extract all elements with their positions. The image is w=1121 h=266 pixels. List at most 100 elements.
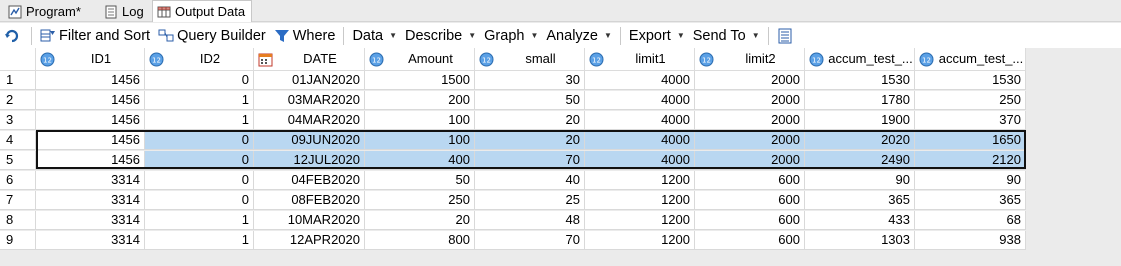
table-cell[interactable]: 250 (915, 91, 1026, 110)
table-cell[interactable]: 09JUN2020 (254, 131, 365, 150)
table-cell[interactable]: 3314 (36, 211, 145, 230)
table-cell[interactable]: 1780 (805, 91, 915, 110)
table-cell[interactable]: 2120 (915, 151, 1026, 170)
table-cell[interactable]: 800 (365, 231, 475, 250)
table-cell[interactable]: 1200 (585, 211, 695, 230)
table-cell[interactable]: 70 (475, 231, 585, 250)
table-cell[interactable]: 2020 (805, 131, 915, 150)
table-cell[interactable]: 70 (475, 151, 585, 170)
table-cell[interactable]: 0 (145, 151, 254, 170)
table-cell[interactable]: 250 (365, 191, 475, 210)
table-cell[interactable]: 433 (805, 211, 915, 230)
table-cell[interactable]: 600 (695, 191, 805, 210)
table-cell[interactable]: 1456 (36, 71, 145, 90)
column-header-accum-test-2[interactable]: 12 accum_test_... (915, 48, 1026, 71)
describe-menu[interactable]: Describe ▼ (401, 23, 480, 48)
graph-menu[interactable]: Graph ▼ (480, 23, 542, 48)
table-cell[interactable]: 1900 (805, 111, 915, 130)
table-cell[interactable]: 1456 (36, 151, 145, 170)
table-cell[interactable]: 1 (145, 111, 254, 130)
table-cell[interactable]: 90 (805, 171, 915, 190)
row-number[interactable]: 4 (0, 131, 36, 150)
row-number[interactable]: 6 (0, 171, 36, 190)
table-cell[interactable]: 0 (145, 131, 254, 150)
column-header-id1[interactable]: 12 ID1 (36, 48, 145, 71)
table-cell[interactable]: 4000 (585, 91, 695, 110)
filter-sort-button[interactable]: Filter and Sort (36, 23, 154, 48)
export-menu[interactable]: Export ▼ (625, 23, 689, 48)
table-cell[interactable]: 2000 (695, 131, 805, 150)
table-cell[interactable]: 1500 (365, 71, 475, 90)
column-header-accum-test-1[interactable]: 12 accum_test_... (805, 48, 915, 71)
table-cell[interactable]: 01JAN2020 (254, 71, 365, 90)
table-cell[interactable]: 365 (805, 191, 915, 210)
table-cell[interactable]: 1456 (36, 131, 145, 150)
table-cell[interactable]: 04MAR2020 (254, 111, 365, 130)
table-cell[interactable]: 1650 (915, 131, 1026, 150)
table-cell[interactable]: 2000 (695, 91, 805, 110)
table-cell[interactable]: 3314 (36, 231, 145, 250)
table-cell[interactable]: 938 (915, 231, 1026, 250)
table-cell[interactable]: 100 (365, 131, 475, 150)
table-cell[interactable]: 1 (145, 91, 254, 110)
where-button[interactable]: Where (270, 23, 340, 48)
row-number[interactable]: 8 (0, 211, 36, 230)
table-cell[interactable]: 100 (365, 111, 475, 130)
table-cell[interactable]: 400 (365, 151, 475, 170)
table-row[interactable]: 3 1456 1 04MAR2020 100 20 4000 2000 1900 370 (0, 111, 1026, 130)
table-cell[interactable]: 600 (695, 171, 805, 190)
column-header-amount[interactable]: 12 Amount (365, 48, 475, 71)
table-cell[interactable]: 1200 (585, 231, 695, 250)
table-cell[interactable]: 90 (915, 171, 1026, 190)
table-cell[interactable]: 1530 (805, 71, 915, 90)
table-cell[interactable]: 2490 (805, 151, 915, 170)
table-cell[interactable]: 20 (365, 211, 475, 230)
column-header-id2[interactable]: 12 ID2 (145, 48, 254, 71)
table-cell[interactable]: 4000 (585, 111, 695, 130)
table-row[interactable]: 8 3314 1 10MAR2020 20 48 1200 600 433 68 (0, 211, 1026, 230)
tab-output-data[interactable]: Output Data (152, 0, 253, 22)
refresh-button[interactable] (0, 23, 27, 48)
table-row[interactable]: 2 1456 1 03MAR2020 200 50 4000 2000 1780 250 (0, 91, 1026, 110)
table-cell[interactable]: 4000 (585, 151, 695, 170)
table-cell[interactable]: 4000 (585, 131, 695, 150)
table-row[interactable]: 9 3314 1 12APR2020 800 70 1200 600 1303 938 (0, 231, 1026, 250)
table-cell[interactable]: 1456 (36, 111, 145, 130)
table-cell[interactable]: 3314 (36, 191, 145, 210)
table-row[interactable]: 1 1456 0 01JAN2020 1500 30 4000 2000 1530 1530 (0, 71, 1026, 90)
query-builder-button[interactable]: Query Builder (154, 23, 270, 48)
table-cell[interactable]: 1200 (585, 191, 695, 210)
table-cell[interactable]: 0 (145, 171, 254, 190)
row-number[interactable]: 3 (0, 111, 36, 130)
send-to-menu[interactable]: Send To ▼ (689, 23, 764, 48)
table-cell[interactable]: 3314 (36, 171, 145, 190)
table-cell[interactable]: 30 (475, 71, 585, 90)
column-header-small[interactable]: 12 small (475, 48, 585, 71)
table-cell[interactable]: 1530 (915, 71, 1026, 90)
table-cell[interactable]: 1303 (805, 231, 915, 250)
table-cell[interactable]: 08FEB2020 (254, 191, 365, 210)
table-cell[interactable]: 370 (915, 111, 1026, 130)
table-cell[interactable]: 12APR2020 (254, 231, 365, 250)
table-cell[interactable]: 0 (145, 71, 254, 90)
table-cell[interactable]: 68 (915, 211, 1026, 230)
data-menu[interactable]: Data ▼ (348, 23, 401, 48)
table-cell[interactable]: 2000 (695, 151, 805, 170)
table-cell[interactable]: 20 (475, 131, 585, 150)
table-cell[interactable]: 50 (365, 171, 475, 190)
row-number[interactable]: 5 (0, 151, 36, 170)
table-cell[interactable]: 200 (365, 91, 475, 110)
row-number[interactable]: 7 (0, 191, 36, 210)
properties-button[interactable] (773, 23, 800, 48)
table-row[interactable]: 4 1456 0 09JUN2020 100 20 4000 2000 2020 1650 (0, 131, 1026, 150)
tab-log[interactable]: Log (100, 1, 150, 22)
column-header-limit1[interactable]: 12 limit1 (585, 48, 695, 71)
table-cell[interactable]: 48 (475, 211, 585, 230)
analyze-menu[interactable]: Analyze ▼ (542, 23, 616, 48)
column-header-date[interactable]: DATE (254, 48, 365, 71)
table-cell[interactable]: 2000 (695, 111, 805, 130)
row-number[interactable]: 2 (0, 91, 36, 110)
table-cell[interactable]: 365 (915, 191, 1026, 210)
row-number[interactable]: 1 (0, 71, 36, 90)
table-cell[interactable]: 40 (475, 171, 585, 190)
